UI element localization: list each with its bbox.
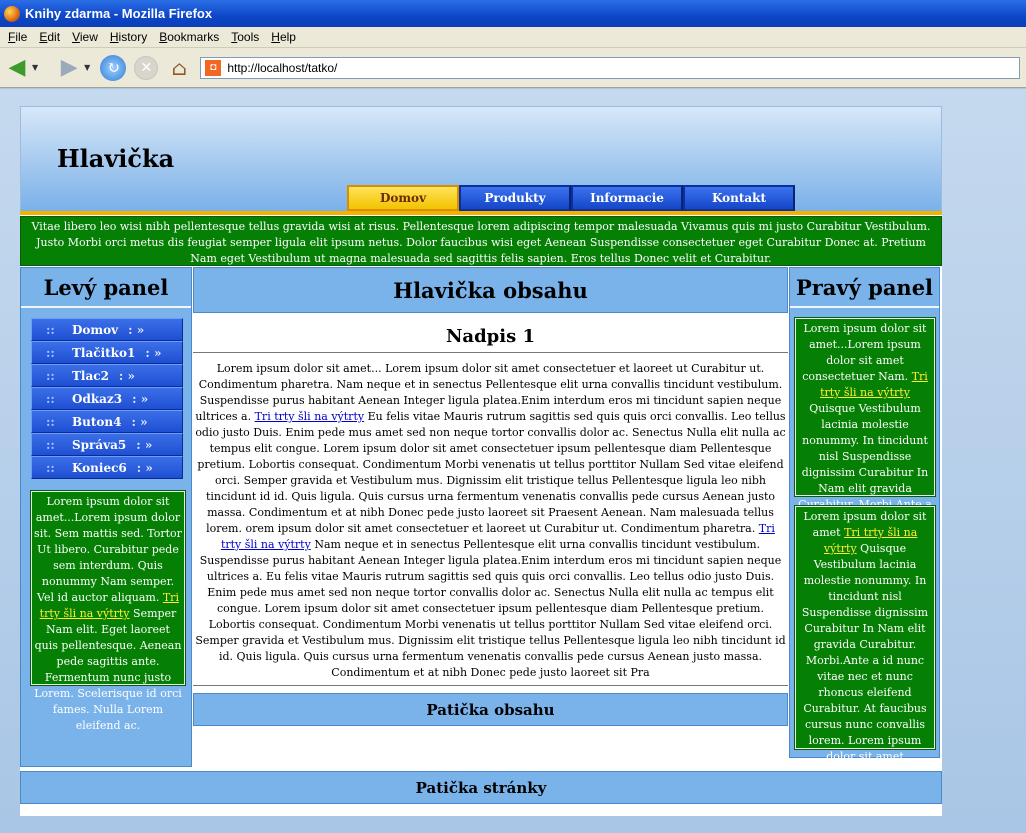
menu-item-domov[interactable]: Domov [347,185,459,211]
menu-arrow: : » [145,345,162,360]
menu-bookmarks[interactable]: Bookmarks [153,30,225,44]
menu-arrow: : » [131,414,148,429]
left-menu: :: Domov: » :: Tlačitko1: » :: Tlac2: » :: O… [31,318,183,479]
site-icon: ◘ [205,59,222,76]
menu-arrow: : » [118,368,136,383]
browser-menubar: File Edit View History Bookmarks Tools H… [0,27,1026,48]
menu-edit[interactable]: Edit [33,30,66,44]
left-menu-item-domov[interactable]: :: Domov : » [31,318,183,341]
menu-bullet: :: [46,368,55,383]
right-text-box-2: Lorem ipsum dolor sit amet Tri trty šli … [794,505,936,811]
right-box-text: Lorem ipsum dolor sit amet...Lorem ipsum… [802,322,927,383]
menu-label: Tlac2 [72,368,109,383]
page-footer: Patička stránky [20,771,942,804]
window-title: Knihy zdarma - Mozilla Firefox [25,6,213,21]
page-viewport: Hlavička Domov Produkty Informacie Konta… [0,89,1026,833]
menu-label: Buton4 [72,414,122,429]
reload-icon[interactable]: ↻ [100,54,127,81]
right-text-box-1: Lorem ipsum dolor sit amet...Lorem ipsum… [794,317,936,559]
content-link[interactable]: Tri trty šli na výtrty [255,410,364,423]
left-menu-item-koniec6[interactable]: :: Koniec6 : » [31,456,183,479]
right-panel-title: Pravý panel [790,268,939,308]
menu-arrow: : » [136,437,153,452]
menu-bullet: :: [46,391,55,406]
left-panel-title: Levý panel [21,268,191,308]
left-text-box: Lorem ipsum dolor sit amet...Lorem ipsum… [30,490,186,732]
menu-bullet: :: [46,322,55,337]
menu-label: Tlačitko1 [72,345,136,360]
left-menu-item-tlac2[interactable]: :: Tlac2 : » [31,364,183,387]
menu-item-produkty[interactable]: Produkty [459,185,571,211]
forward-dropdown-icon[interactable]: ▼ [84,63,90,72]
menu-label: Správa5 [72,437,127,452]
stop-icon[interactable]: ✕ [134,55,159,80]
content-text: Nam neque et in senectus Pellentesque el… [195,538,786,679]
content-heading: Nadpis 1 [193,321,788,353]
main-content: Hlavička obsahu Nadpis 1 Lorem ipsum dol… [193,267,788,767]
menu-tools[interactable]: Tools [225,30,265,44]
menu-file[interactable]: File [2,30,33,44]
left-box-text-end: Semper Nam elit. Eget laoreet quis pelle… [34,607,182,732]
left-box-text: Lorem ipsum dolor sit amet...Lorem ipsum… [34,495,182,604]
site-header: Hlavička Domov Produkty Informacie Konta… [20,106,942,214]
back-icon[interactable]: ◀ [4,55,30,81]
left-menu-item-buton4[interactable]: :: Buton4 : » [31,410,183,433]
menu-history[interactable]: History [104,30,153,44]
left-menu-item-odkaz3[interactable]: :: Odkaz3 : » [31,387,183,410]
menu-arrow: : » [132,391,149,406]
firefox-icon [4,5,20,22]
back-dropdown-icon[interactable]: ▼ [32,63,38,72]
menu-view[interactable]: View [66,30,104,44]
menu-label: Odkaz3 [72,391,123,406]
left-menu-item-tlacitko1[interactable]: :: Tlačitko1 : » [31,341,183,364]
left-menu-item-sprava5[interactable]: :: Správa5 : » [31,433,183,456]
home-icon[interactable]: ⌂ [166,55,192,81]
menu-arrow: : » [128,322,145,337]
menu-help[interactable]: Help [265,30,302,44]
menu-bullet: :: [46,437,55,452]
url-bar[interactable]: ◘ http://localhost/tatko/ [200,56,1021,79]
page-container: Hlavička Domov Produkty Informacie Konta… [20,106,942,816]
left-panel: Levý panel :: Domov: » :: Tlačitko1: » :: T… [20,267,192,767]
menu-label: Koniec6 [72,460,127,475]
content-text: Eu felis vitae Mauris rutrum sagittis se… [195,410,786,535]
menu-bullet: :: [46,345,55,360]
menu-bullet: :: [46,460,55,475]
url-text[interactable]: http://localhost/tatko/ [227,61,337,75]
menu-arrow: : » [136,460,153,475]
menu-item-informacie[interactable]: Informacie [571,185,683,211]
menu-label: Domov [72,322,119,337]
top-menu: Domov Produkty Informacie Kontakt [347,185,795,211]
window-titlebar: Knihy zdarma - Mozilla Firefox [0,0,1026,27]
right-panel: Pravý panel Lorem ipsum dolor sit amet..… [789,267,940,811]
menu-bullet: :: [46,414,55,429]
menu-item-kontakt[interactable]: Kontakt [683,185,795,211]
content-body: Lorem ipsum dolor sit amet... Lorem ipsu… [193,353,788,686]
navigation-toolbar: ◀ ▼ ▶ ▼ ↻ ✕ ⌂ ◘ http://localhost/tatko/ [0,48,1026,88]
header-divider [20,211,942,215]
site-title: Hlavička [57,144,175,173]
content-footer: Patička obsahu [193,693,788,726]
forward-icon[interactable]: ▶ [56,55,82,81]
intro-bar: Vitae libero leo wisi nibh pellentesque … [20,216,942,266]
content-header: Hlavička obsahu [193,267,788,313]
